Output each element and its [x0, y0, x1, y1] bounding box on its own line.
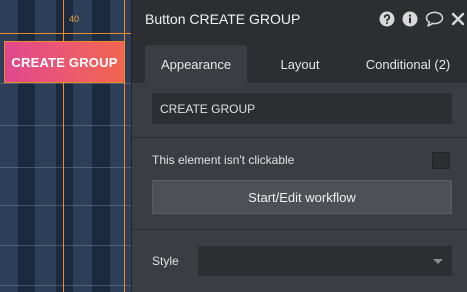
ruler-distance-label: 40 [69, 14, 80, 24]
property-editor-panel: Button CREATE GROUP Appearance Layout Co… [131, 0, 467, 292]
editor-titlebar[interactable]: Button CREATE GROUP [132, 0, 467, 40]
grid-line [0, 205, 131, 206]
grid-line [0, 245, 131, 246]
grid-line [0, 285, 131, 286]
button-text-input[interactable]: CREATE GROUP [152, 93, 452, 124]
design-canvas[interactable]: 40 CREATE GROUP [0, 0, 131, 292]
start-edit-workflow-button[interactable]: Start/Edit workflow [152, 180, 452, 214]
comment-icon[interactable] [425, 11, 444, 27]
style-label: Style [152, 254, 179, 268]
section-divider [132, 229, 467, 230]
info-icon[interactable] [402, 11, 418, 27]
chevron-down-icon [433, 259, 443, 264]
section-divider [132, 137, 467, 138]
selection-outline [4, 41, 125, 83]
help-icon[interactable] [379, 11, 395, 27]
grid-line [0, 167, 131, 168]
editor-title: Button CREATE GROUP [145, 11, 301, 27]
titlebar-icons [379, 11, 465, 27]
grid-line [0, 83, 131, 84]
editor-tabs: Appearance Layout Conditional (2) [132, 40, 467, 83]
tab-conditional[interactable]: Conditional (2) [352, 45, 464, 83]
style-dropdown[interactable] [198, 246, 452, 276]
not-clickable-label: This element isn't clickable [152, 153, 295, 167]
tab-appearance[interactable]: Appearance [145, 45, 247, 83]
alignment-guide-horizontal [0, 33, 131, 34]
tab-layout[interactable]: Layout [250, 45, 350, 83]
grid-line [0, 125, 131, 126]
close-icon[interactable] [451, 12, 465, 26]
not-clickable-checkbox[interactable] [432, 152, 450, 169]
